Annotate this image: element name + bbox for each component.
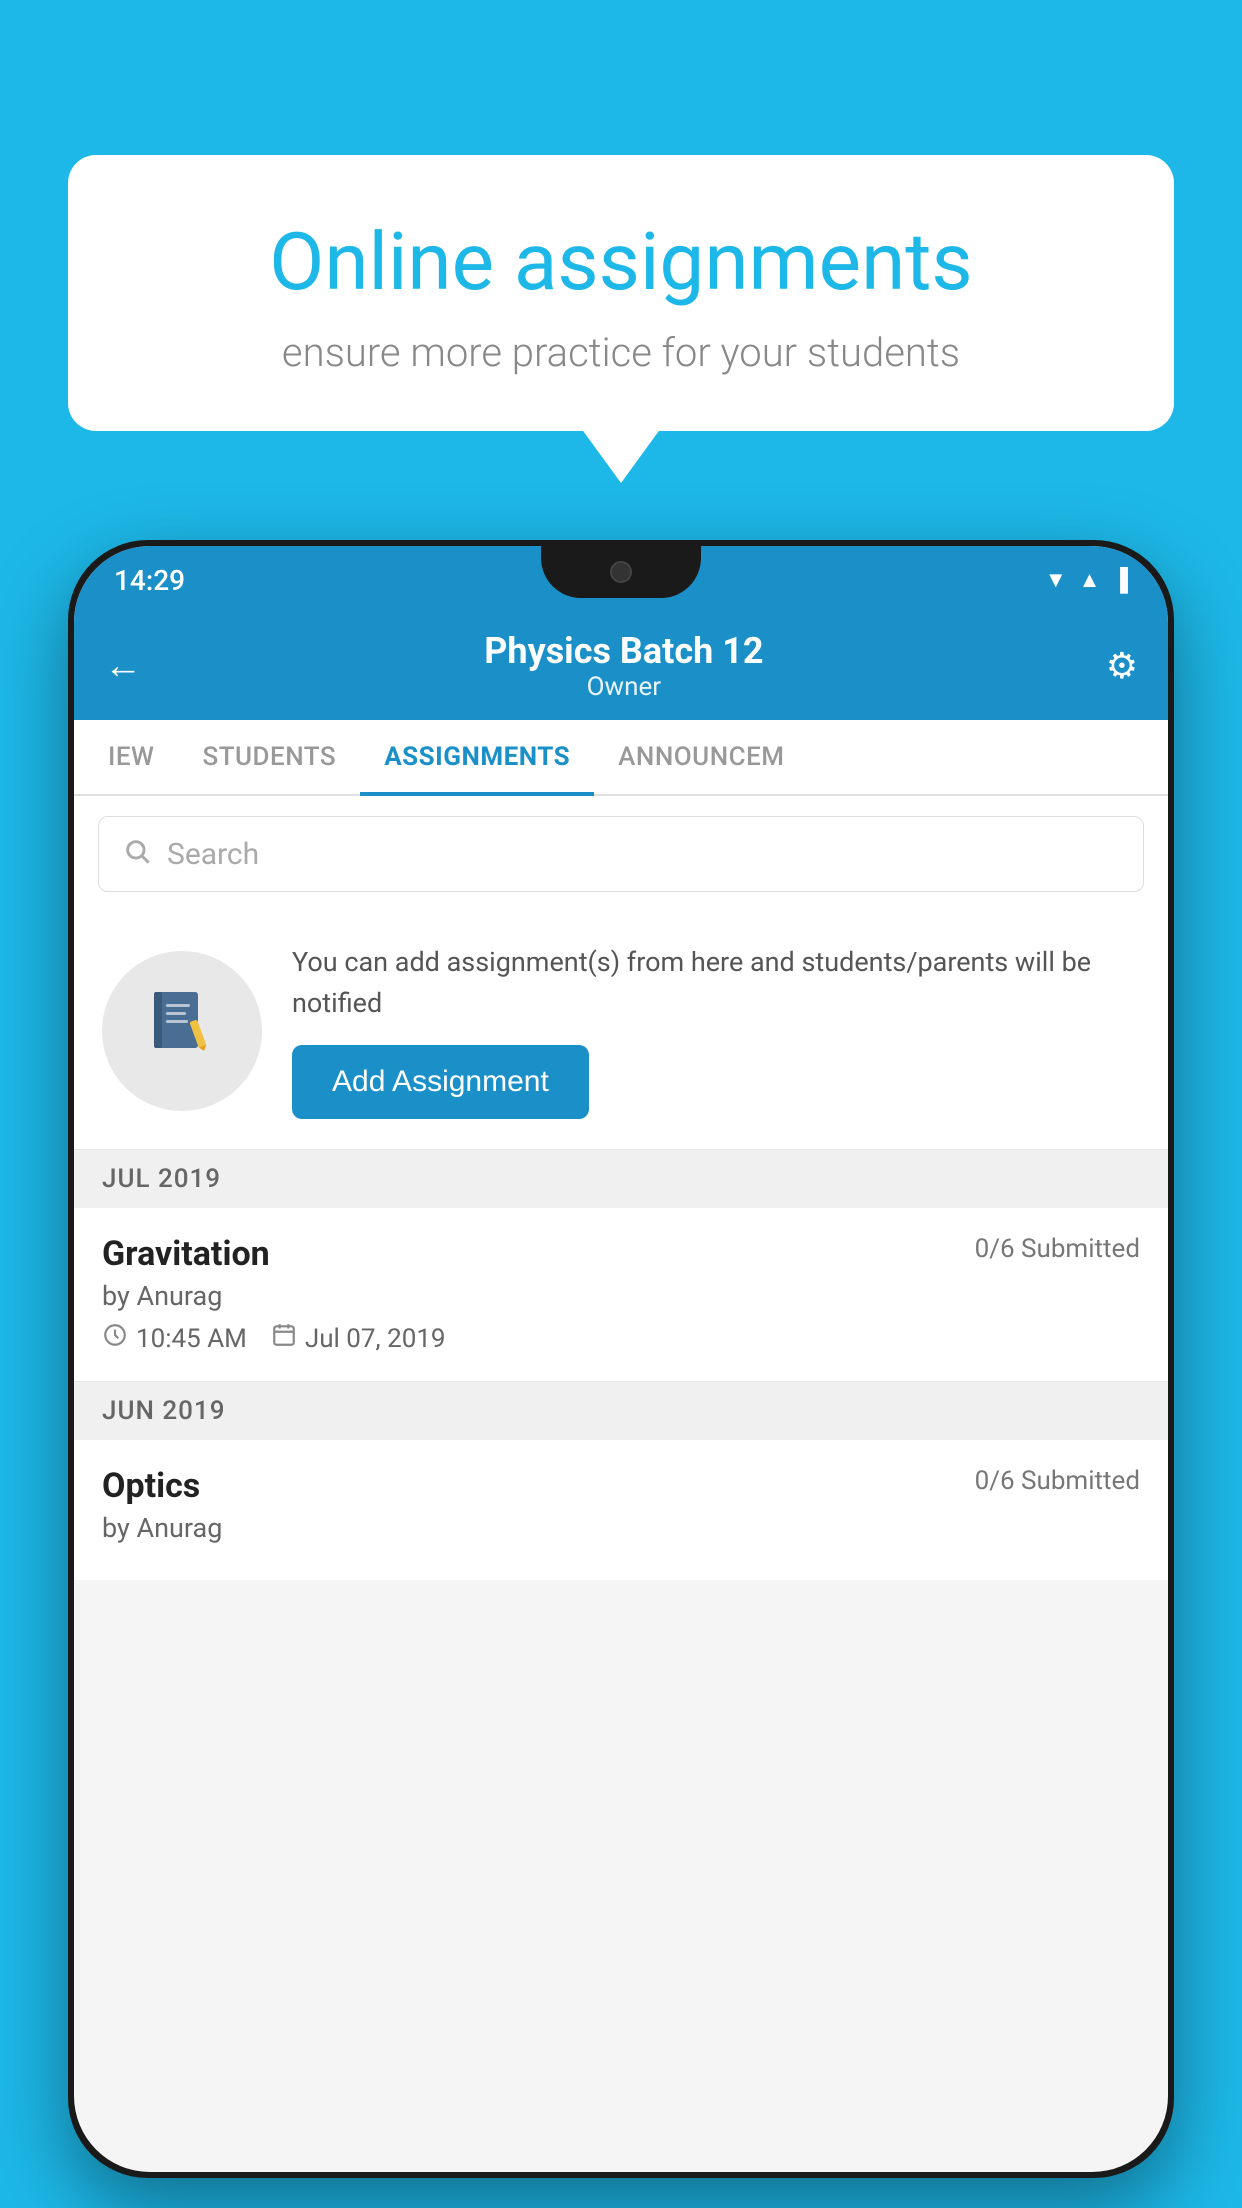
bubble-title: Online assignments <box>138 215 1104 309</box>
search-placeholder: Search <box>167 837 259 872</box>
assignment-time: 10:45 AM <box>102 1322 247 1355</box>
assignment-row1: Gravitation 0/6 Submitted <box>102 1234 1140 1274</box>
search-icon <box>123 835 151 873</box>
assignment-name-optics: Optics <box>102 1466 200 1506</box>
phone-frame: 14:29 ▼ ▲ ▐ ← Physics Batch 12 Owner ⚙ I… <box>68 540 1174 2178</box>
status-bar: 14:29 ▼ ▲ ▐ <box>74 546 1168 614</box>
assignment-name: Gravitation <box>102 1234 270 1274</box>
search-input-wrapper[interactable]: Search <box>98 816 1144 892</box>
assignment-time-value: 10:45 AM <box>136 1324 247 1354</box>
camera-dot <box>610 561 632 583</box>
assignment-date: Jul 07, 2019 <box>271 1322 446 1355</box>
assignment-item-optics[interactable]: Optics 0/6 Submitted by Anurag <box>74 1440 1168 1580</box>
section-header-jul2019: JUL 2019 <box>74 1150 1168 1208</box>
calendar-icon <box>271 1322 297 1355</box>
app-header: ← Physics Batch 12 Owner ⚙ <box>74 614 1168 720</box>
promo-section: You can add assignment(s) from here and … <box>74 912 1168 1150</box>
add-assignment-button[interactable]: Add Assignment <box>292 1045 589 1119</box>
phone-inner: 14:29 ▼ ▲ ▐ ← Physics Batch 12 Owner ⚙ I… <box>74 546 1168 2172</box>
wifi-icon: ▼ <box>1045 567 1067 593</box>
status-icons: ▼ ▲ ▐ <box>1045 567 1128 593</box>
assignment-item-gravitation[interactable]: Gravitation 0/6 Submitted by Anurag 10:4… <box>74 1208 1168 1382</box>
speech-bubble-container: Online assignments ensure more practice … <box>68 155 1174 431</box>
tab-overview[interactable]: IEW <box>84 720 178 794</box>
assignment-by-optics: by Anurag <box>102 1512 1140 1544</box>
tab-announcements[interactable]: ANNOUNCEM <box>594 720 808 794</box>
search-container: Search <box>74 796 1168 912</box>
assignment-date-value: Jul 07, 2019 <box>305 1324 446 1354</box>
header-subtitle: Owner <box>484 672 763 702</box>
signal-bars-icon: ▲ <box>1079 567 1101 593</box>
settings-icon[interactable]: ⚙ <box>1106 645 1138 687</box>
assignment-meta: 10:45 AM Jul 07, 2019 <box>102 1322 1140 1355</box>
assignment-submitted: 0/6 Submitted <box>975 1234 1140 1264</box>
tabs-bar: IEW STUDENTS ASSIGNMENTS ANNOUNCEM <box>74 720 1168 796</box>
battery-icon: ▐ <box>1112 567 1128 593</box>
back-button[interactable]: ← <box>104 644 142 688</box>
header-title: Physics Batch 12 <box>484 630 763 672</box>
status-time: 14:29 <box>114 564 185 597</box>
tab-students[interactable]: STUDENTS <box>178 720 360 794</box>
clock-icon <box>102 1322 128 1355</box>
assignment-row1-optics: Optics 0/6 Submitted <box>102 1466 1140 1506</box>
section-header-jun2019: JUN 2019 <box>74 1382 1168 1440</box>
bubble-subtitle: ensure more practice for your students <box>138 329 1104 376</box>
tab-assignments[interactable]: ASSIGNMENTS <box>360 720 594 794</box>
speech-bubble: Online assignments ensure more practice … <box>68 155 1174 431</box>
assignment-by: by Anurag <box>102 1280 1140 1312</box>
assignment-submitted-optics: 0/6 Submitted <box>975 1466 1140 1496</box>
notch <box>541 546 701 598</box>
promo-text: You can add assignment(s) from here and … <box>292 942 1140 1023</box>
header-title-block: Physics Batch 12 Owner <box>484 630 763 702</box>
promo-content: You can add assignment(s) from here and … <box>292 942 1140 1119</box>
notebook-icon <box>142 982 222 1080</box>
promo-icon-circle <box>102 951 262 1111</box>
